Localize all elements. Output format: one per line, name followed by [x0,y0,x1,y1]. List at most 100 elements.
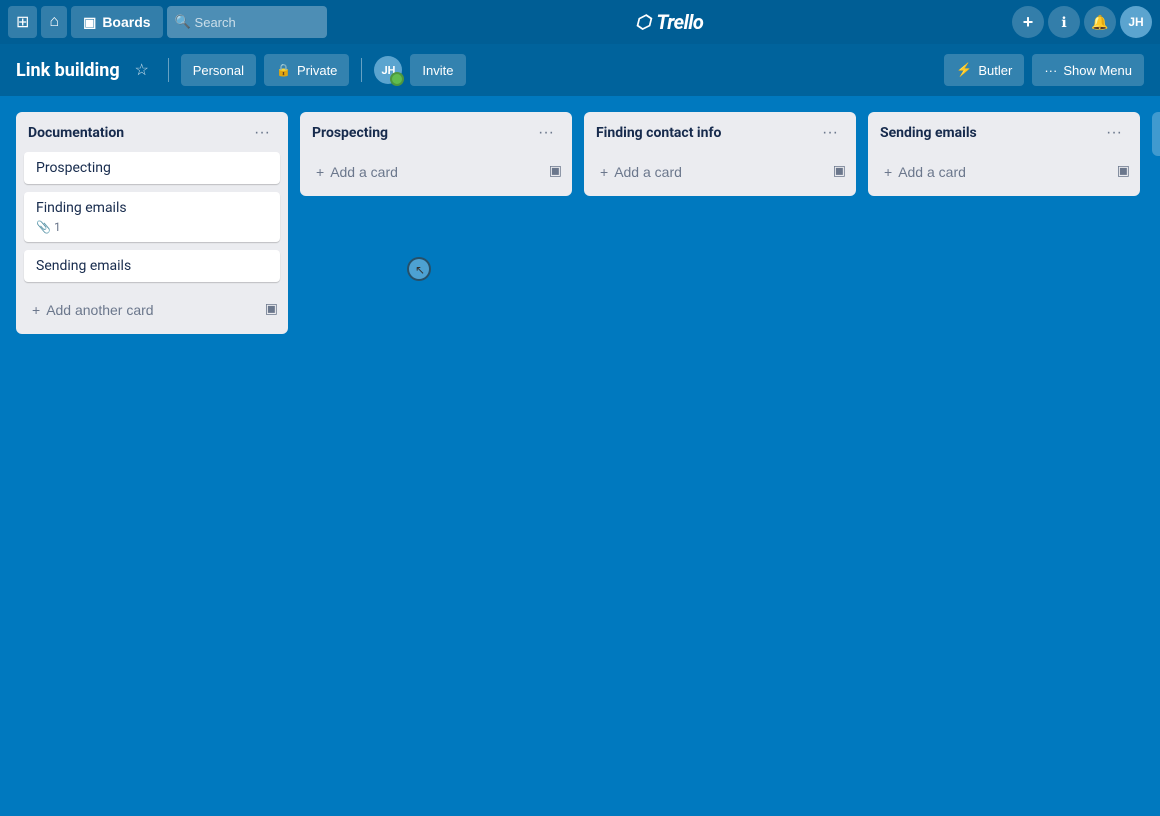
list-sending-emails-header: Sending emails ··· [868,112,1140,152]
attachment-badge: 📎 1 [36,220,61,234]
header-divider-1 [168,58,169,82]
board-header: Link building ☆ Personal 🔒 Private JH In… [0,44,1160,96]
info-button[interactable]: ℹ [1048,6,1080,38]
card-template-prospecting-button[interactable]: ▣ [543,158,568,183]
list-documentation-header: Documentation ··· [16,112,288,152]
list-finding-contact-info-menu-button[interactable]: ··· [816,122,844,144]
plus-icon: + [600,164,608,180]
list-sending-emails-menu-button[interactable]: ··· [1100,122,1128,144]
add-card-prospecting-button[interactable]: + Add a card [304,156,543,188]
home-button[interactable]: ⌂ [41,6,67,38]
user-avatar-button[interactable]: JH [1120,6,1152,38]
list-prospecting-header: Prospecting ··· [300,112,572,152]
trello-logo-icon: ⬡ [635,12,650,33]
list-prospecting-title: Prospecting [312,125,388,141]
card-template-finding-contact-info-button[interactable]: ▣ [827,158,852,183]
add-card-sending-emails-label: Add a card [898,164,966,180]
trello-logo: ⬡ Trello [331,10,1008,34]
list-sending-emails-title: Sending emails [880,125,977,141]
board-title: Link building [16,60,120,81]
privacy-label: Private [297,63,337,78]
list-finding-contact-info-add-row: + Add a card ▣ [584,152,856,196]
butler-icon: ⚡ [956,62,972,78]
visibility-label: Personal [193,63,244,78]
card-sending-emails-title: Sending emails [36,258,268,274]
user-initials: JH [1128,15,1143,29]
bell-icon: 🔔 [1091,14,1108,31]
list-finding-contact-info: Finding contact info ··· + Add a card ▣ [584,112,856,196]
show-menu-dots-icon: ··· [1044,63,1057,78]
add-card-finding-contact-info-label: Add a card [614,164,682,180]
template-icon: ▣ [265,300,278,317]
card-sending-emails[interactable]: Sending emails [24,250,280,282]
privacy-button[interactable]: 🔒 Private [264,54,349,86]
card-finding-emails[interactable]: Finding emails 📎 1 [24,192,280,242]
card-template-documentation-button[interactable]: ▣ [259,296,284,321]
plus-icon: + [316,164,324,180]
search-input[interactable] [167,6,327,38]
add-card-documentation-label: Add another card [46,302,153,318]
add-list-button[interactable]: + Add another list [1152,112,1160,156]
boards-button[interactable]: ▣ Boards [71,6,162,38]
invite-label: Invite [422,63,453,78]
plus-icon: + [32,302,40,318]
info-icon: ℹ [1061,14,1066,31]
attachment-icon: 📎 [36,220,51,234]
ellipsis-icon: ··· [822,124,838,142]
visibility-button[interactable]: Personal [181,54,256,86]
grid-icon: ⊞ [16,12,29,32]
add-card-documentation-button[interactable]: + Add another card [20,294,259,326]
search-wrapper: 🔍 [167,6,327,38]
list-sending-emails-add-row: + Add a card ▣ [868,152,1140,196]
star-icon: ☆ [135,60,149,80]
trello-logo-text: Trello [656,10,703,34]
template-icon: ▣ [1117,162,1130,179]
home-icon: ⌂ [49,13,59,31]
list-prospecting-menu-button[interactable]: ··· [532,122,560,144]
board-content: Documentation ··· Prospecting Finding em… [0,96,1160,816]
boards-icon: ▣ [83,14,96,31]
add-card-finding-contact-info-button[interactable]: + Add a card [588,156,827,188]
add-card-prospecting-label: Add a card [330,164,398,180]
list-finding-contact-info-title: Finding contact info [596,125,721,141]
show-menu-button[interactable]: ··· Show Menu [1032,54,1144,86]
card-finding-emails-title: Finding emails [36,200,268,216]
butler-label: Butler [978,63,1012,78]
template-icon: ▣ [549,162,562,179]
add-button[interactable]: + [1012,6,1044,38]
list-sending-emails: Sending emails ··· + Add a card ▣ [868,112,1140,196]
cursor-arrow-icon: ↖ [415,263,425,277]
ellipsis-icon: ··· [254,124,270,142]
template-icon: ▣ [833,162,846,179]
grid-menu-button[interactable]: ⊞ [8,6,37,38]
show-menu-label: Show Menu [1063,63,1132,78]
list-documentation-add-row: + Add another card ▣ [16,290,288,334]
card-finding-emails-badges: 📎 1 [36,220,268,234]
nav-right-section: + ℹ 🔔 JH [1012,6,1152,38]
invite-button[interactable]: Invite [410,54,465,86]
cursor-indicator: ↖ [407,257,431,281]
list-prospecting-add-row: + Add a card ▣ [300,152,572,196]
board-user-initials: JH [381,64,395,77]
card-prospecting[interactable]: Prospecting [24,152,280,184]
notifications-button[interactable]: 🔔 [1084,6,1116,38]
list-prospecting: Prospecting ··· + Add a card ▣ [300,112,572,196]
board-header-right: ⚡ Butler ··· Show Menu [944,54,1144,86]
list-documentation-title: Documentation [28,125,124,141]
plus-icon: + [1023,12,1034,33]
boards-label: Boards [102,14,150,30]
ellipsis-icon: ··· [1106,124,1122,142]
plus-icon: + [884,164,892,180]
card-prospecting-title: Prospecting [36,160,268,176]
header-divider-2 [361,58,362,82]
list-documentation-cards: Prospecting Finding emails 📎 1 Sending e… [16,152,288,290]
card-template-sending-emails-button[interactable]: ▣ [1111,158,1136,183]
butler-button[interactable]: ⚡ Butler [944,54,1024,86]
list-documentation-menu-button[interactable]: ··· [248,122,276,144]
top-navigation: ⊞ ⌂ ▣ Boards 🔍 ⬡ Trello + ℹ 🔔 JH [0,0,1160,44]
add-card-sending-emails-button[interactable]: + Add a card [872,156,1111,188]
attachment-count: 1 [54,220,61,234]
list-finding-contact-info-header: Finding contact info ··· [584,112,856,152]
star-button[interactable]: ☆ [128,56,156,84]
list-documentation: Documentation ··· Prospecting Finding em… [16,112,288,334]
